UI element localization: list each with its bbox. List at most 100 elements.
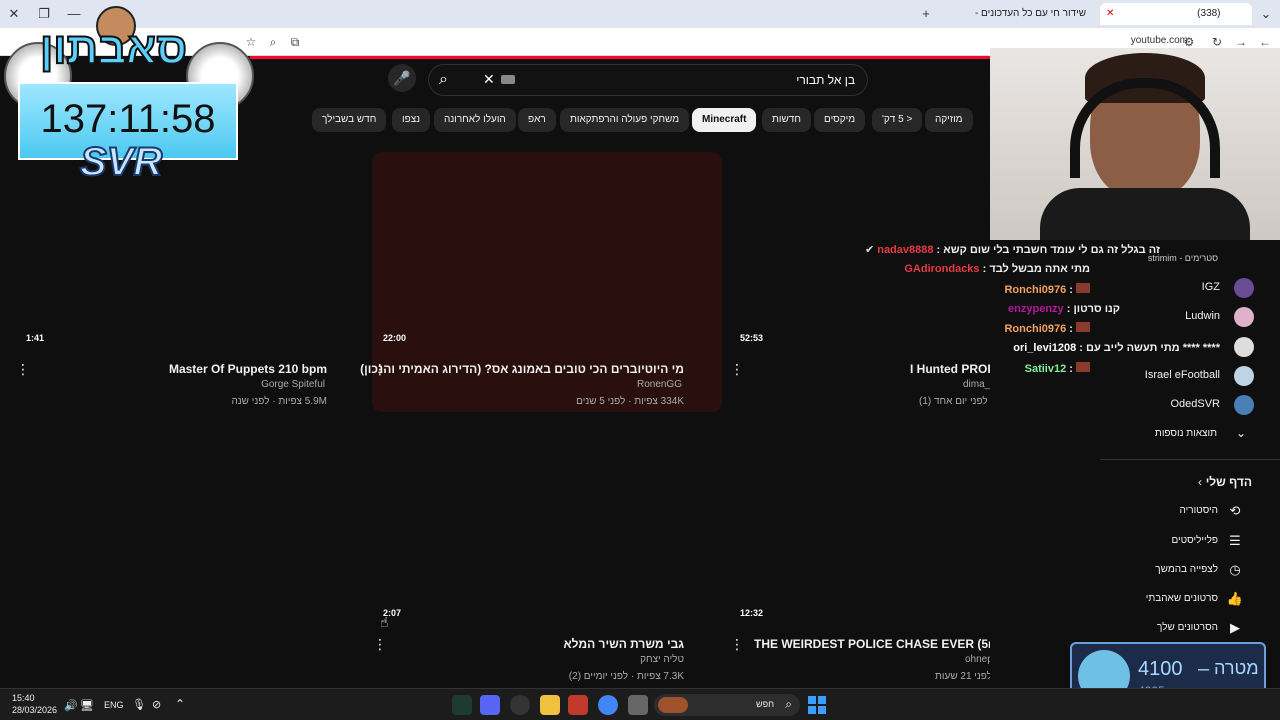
goal-label: מטרה <box>1214 658 1259 678</box>
mouse-cursor-icon: ☝ <box>380 614 389 630</box>
playlists-link[interactable]: פלייליסטים <box>1171 535 1218 546</box>
show-more-link[interactable]: תוצאות נוספות <box>1155 428 1217 439</box>
tab-list-icon[interactable]: ⌄ <box>1256 4 1276 24</box>
chrome-icon[interactable] <box>598 695 618 715</box>
chip-mixes[interactable]: מיקסים <box>814 108 866 132</box>
chip-minecraft[interactable]: Minecraft <box>692 108 757 132</box>
tab-live-updates[interactable]: שידור חי עם כל העדכונים - 13+ <box>960 3 1092 41</box>
goal-current: 4100 <box>1138 658 1183 680</box>
video-title[interactable]: גבי משרת השיר המלא <box>563 637 684 651</box>
video-channel[interactable]: טליה יצחק <box>640 654 684 665</box>
chevron-up-icon[interactable]: ⌃ <box>175 697 185 711</box>
thumbs-up-icon[interactable]: 👍 <box>1226 590 1244 608</box>
no-wifi-icon[interactable]: ⊘ <box>152 698 161 711</box>
chip-rap[interactable]: ראפ <box>518 108 556 132</box>
browser-tab-bar: ✕ ❐ — שידור חי עם כל העדכונים - 13+ + ✕ … <box>0 0 1280 41</box>
more-options-icon[interactable]: ⋮ <box>730 361 744 377</box>
close-window-icon[interactable]: ✕ <box>4 4 24 24</box>
chat-text: **** **** מתי תעשה לייב עם <box>1086 342 1220 354</box>
subscription-israel-efootball[interactable]: Israel eFootball <box>1145 369 1220 381</box>
language-indicator[interactable]: ENG <box>104 700 124 710</box>
chat-message: קנו סרטון : enzypenzy <box>1008 303 1120 315</box>
search-icon[interactable]: ⌕ <box>785 697 792 712</box>
search-input[interactable]: בן אל תבורי <box>796 73 855 87</box>
video-thumbnail[interactable] <box>18 152 358 344</box>
channel-avatar[interactable] <box>1234 337 1254 357</box>
clock-date[interactable]: 28/03/2026 <box>12 705 57 715</box>
watch-later-link[interactable]: לצפייה בהמשך <box>1155 564 1218 575</box>
discord-icon[interactable] <box>480 695 500 715</box>
keyboard-icon[interactable] <box>501 75 515 84</box>
zoom-icon[interactable]: ⌕ <box>264 33 282 51</box>
chip-action-adventure[interactable]: משחקי פעולה והרפתקאות <box>560 108 690 132</box>
streamer-shirt <box>1040 188 1250 240</box>
chat-user: Satiiv12 <box>1024 363 1067 375</box>
chat-user: nadav8888 <box>877 244 934 256</box>
search-bar[interactable]: ⌕ ✕ בן אל תבורי <box>428 64 868 96</box>
your-videos-link[interactable]: הסרטונים שלך <box>1157 622 1218 633</box>
video-meta: 5.9M צפיות · לפני שנה <box>231 396 327 407</box>
video-title[interactable]: מי היוטיוברים הכי טובים באמונג אס? (הדיר… <box>360 362 684 376</box>
subscription-ludwin[interactable]: Ludwin <box>1185 310 1220 322</box>
open-in-app-icon[interactable]: ⧉ <box>286 33 304 51</box>
windows-taskbar: 15:40 28/03/2026 🔊 🖥 ENG 🎙 ⊘ ⌃ חפש ⌕ <box>0 688 1280 720</box>
windows-start-icon[interactable] <box>808 696 826 714</box>
chip-new-for-you[interactable]: חדש בשבילך <box>312 108 387 132</box>
mic-icon[interactable]: 🎤 <box>388 64 416 92</box>
video-title[interactable]: Master Of Puppets 210 bpm <box>169 362 327 376</box>
clear-search-icon[interactable]: ✕ <box>483 71 495 88</box>
taskbar-search[interactable]: חפש ⌕ <box>654 694 800 716</box>
app-icon[interactable] <box>628 695 648 715</box>
subscription-igz[interactable]: IGZ <box>1202 281 1220 293</box>
loading-bar <box>250 56 990 59</box>
video-duration: 22:00 <box>383 333 407 343</box>
you-section-header[interactable]: הדף שלי <box>1206 475 1252 489</box>
liked-videos-link[interactable]: סרטונים שאהבתי <box>1146 593 1218 604</box>
channel-avatar[interactable] <box>1234 278 1254 298</box>
volume-icon[interactable]: 🔊 <box>64 699 78 712</box>
app-icon[interactable] <box>568 695 588 715</box>
network-icon[interactable]: 🖥 <box>80 699 94 712</box>
more-options-icon[interactable]: ⋮ <box>373 636 387 652</box>
history-icon[interactable]: ⟲ <box>1226 502 1244 520</box>
chat-user: GAdirondacks <box>904 263 980 275</box>
clock-icon[interactable]: ◷ <box>1226 561 1244 579</box>
history-link[interactable]: היסטוריה <box>1180 505 1219 516</box>
playlist-icon[interactable]: ☰ <box>1226 532 1244 550</box>
chip-news[interactable]: חדשות <box>762 108 811 132</box>
brand-text: SVR <box>79 139 163 185</box>
restore-window-icon[interactable]: ❐ <box>34 4 54 24</box>
media-player-icon[interactable] <box>510 695 530 715</box>
tab-youtube[interactable]: ✕ (338) YouTube <box>1100 3 1252 41</box>
channel-avatar[interactable] <box>1234 307 1254 327</box>
more-options-icon[interactable]: ⋮ <box>730 636 744 652</box>
more-options-icon[interactable]: ⋮ <box>16 361 30 377</box>
chip-watched[interactable]: נצפו <box>392 108 431 132</box>
chip-music[interactable]: מוזיקה <box>925 108 973 132</box>
channel-avatar[interactable] <box>1234 366 1254 386</box>
channel-avatar[interactable] <box>1234 395 1254 415</box>
subscription-odedsvr[interactable]: OdedSVR <box>1170 398 1220 410</box>
app-icon[interactable] <box>452 695 472 715</box>
close-tab-icon[interactable]: ✕ <box>1106 8 1114 19</box>
video-meta: 334K צפיות · לפני 5 שנים <box>576 396 684 407</box>
chat-message: : Satiiv12 <box>1025 362 1090 375</box>
chevron-down-icon[interactable]: ⌄ <box>1236 426 1246 440</box>
video-duration: 12:32 <box>740 608 764 618</box>
video-icon[interactable]: ▶ <box>1226 619 1244 637</box>
chip-recently-uploaded[interactable]: הועלו לאחרונה <box>434 108 516 132</box>
chip-under-5-min[interactable]: < 5 דק' <box>872 108 923 132</box>
search-input[interactable]: חפש <box>756 699 774 709</box>
emote-icon <box>1076 322 1090 332</box>
divider <box>1100 459 1280 460</box>
folder-icon[interactable] <box>540 695 560 715</box>
clock-time[interactable]: 15:40 <box>12 693 35 703</box>
bookmark-star-icon[interactable]: ☆ <box>242 33 260 51</box>
mic-icon[interactable]: 🎙 <box>132 698 146 711</box>
minimize-window-icon[interactable]: — <box>64 4 84 24</box>
video-channel[interactable]: RonenGG <box>637 379 682 390</box>
search-icon[interactable]: ⌕ <box>439 71 448 89</box>
new-tab-icon[interactable]: + <box>916 4 936 24</box>
video-channel[interactable]: Gorge Spiteful <box>261 379 325 390</box>
chevron-left-icon[interactable]: ‹ <box>1198 475 1202 489</box>
